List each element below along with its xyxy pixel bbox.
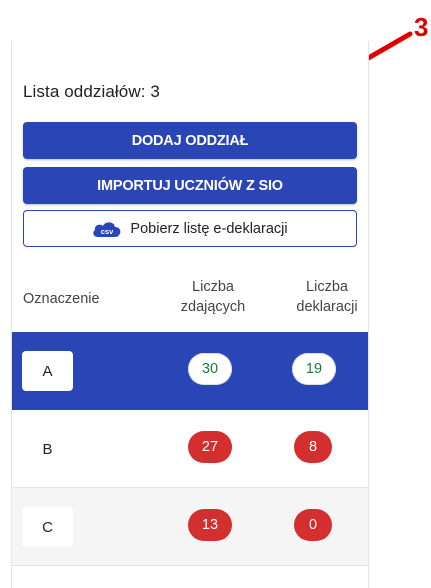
declarations-badge: 8: [294, 431, 332, 463]
header-declarations-line2: deklaracji: [296, 299, 358, 315]
download-declarations-label: Pobierz listę e-deklaracji: [130, 220, 288, 237]
panel-title: Lista oddziałów: 3: [23, 82, 160, 102]
table-row[interactable]: B 27 8: [12, 410, 368, 488]
table-row[interactable]: A 30 19: [12, 332, 368, 410]
header-takers-line1: Liczba: [192, 279, 234, 295]
add-unit-button[interactable]: DODAJ ODDZIAŁ: [23, 122, 357, 159]
row-label[interactable]: A: [22, 351, 73, 391]
download-declarations-button[interactable]: csv Pobierz listę e-deklaracji: [23, 210, 357, 247]
header-takers: Liczba zdających: [173, 277, 253, 317]
panel-title-label: Lista oddziałów:: [23, 82, 146, 101]
row-label[interactable]: B: [22, 429, 73, 469]
table-row[interactable]: C 13 0: [12, 488, 368, 566]
header-declarations-line1: Liczba: [306, 279, 348, 295]
takers-badge: 13: [188, 509, 232, 541]
units-count: 3: [150, 82, 160, 101]
declarations-badge: 0: [294, 509, 332, 541]
takers-badge: 27: [188, 431, 232, 463]
row-label[interactable]: C: [22, 507, 73, 547]
import-students-button[interactable]: IMPORTUJ UCZNIÓW Z SIO: [23, 167, 357, 204]
csv-badge-text: csv: [101, 227, 114, 236]
csv-cloud-icon: csv: [92, 220, 122, 238]
header-takers-line2: zdających: [180, 299, 246, 315]
header-designation: Oznaczenie: [23, 291, 100, 307]
header-declarations: Liczba deklaracji: [282, 277, 372, 317]
units-panel: Lista oddziałów: 3 DODAJ ODDZIAŁ IMPORTU…: [11, 41, 369, 588]
takers-badge: 30: [188, 353, 232, 385]
declarations-badge: 19: [292, 353, 336, 385]
